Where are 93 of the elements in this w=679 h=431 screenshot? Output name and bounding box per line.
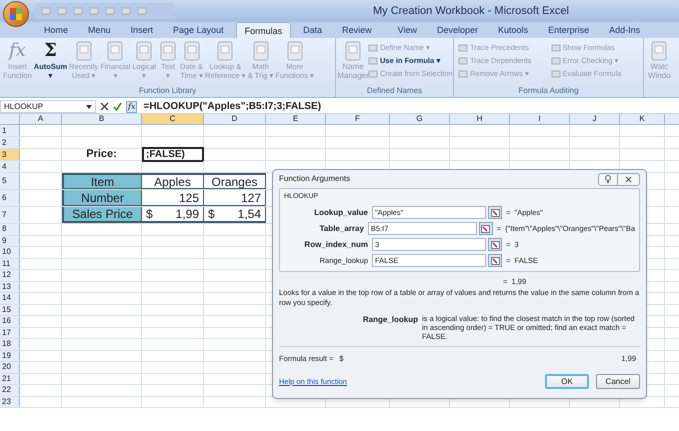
ribbon-tab[interactable]: Data bbox=[295, 22, 330, 38]
book-icon bbox=[250, 40, 271, 62]
ribbon-tab[interactable]: Add-Ins bbox=[601, 22, 648, 38]
row-header[interactable]: 1 bbox=[0, 125, 20, 136]
ribbon-tab[interactable]: Developer bbox=[429, 22, 486, 38]
table-cell: $ 1,54 bbox=[204, 207, 266, 223]
row-header[interactable]: 9 bbox=[0, 236, 20, 246]
ribbon-tab[interactable]: Menu bbox=[80, 22, 119, 38]
row-header[interactable]: 12 bbox=[0, 270, 20, 280]
ribbon-tab[interactable]: Home bbox=[36, 22, 76, 38]
table-header-cell: Sales Price bbox=[62, 207, 142, 223]
column-header[interactable]: C bbox=[142, 114, 204, 124]
group-label: Formula Auditing bbox=[517, 86, 580, 97]
column-header[interactable]: A bbox=[20, 114, 62, 124]
book-icon bbox=[105, 40, 126, 62]
table-header-cell: Number bbox=[62, 190, 142, 206]
column-header[interactable]: J bbox=[570, 114, 620, 124]
argument-help-label: Range_lookup bbox=[362, 314, 419, 326]
book-icon bbox=[215, 40, 236, 62]
book-icon bbox=[158, 40, 178, 62]
lightbulb-icon bbox=[605, 174, 611, 184]
row-header[interactable]: 18 bbox=[0, 339, 20, 350]
ribbon-tab[interactable]: Page Layout bbox=[165, 22, 232, 38]
active-cell[interactable]: ;FALSE) bbox=[142, 147, 204, 162]
formula-field[interactable]: =HLOOKUP("Apples";B5:I7;3;FALSE) bbox=[143, 99, 322, 114]
price-label: Price: bbox=[86, 147, 117, 162]
book-icon bbox=[182, 40, 202, 62]
enter-icon[interactable] bbox=[113, 102, 122, 111]
book-icon bbox=[134, 40, 154, 62]
row-header[interactable]: 4 bbox=[0, 161, 20, 172]
insert-function-button[interactable]: fx bbox=[126, 100, 138, 112]
table-cell: Oranges bbox=[204, 173, 266, 189]
column-header[interactable]: D bbox=[204, 114, 266, 124]
book-icon bbox=[649, 40, 670, 62]
row-header[interactable]: 16 bbox=[0, 316, 20, 326]
dialog-title: Function Arguments bbox=[279, 173, 350, 185]
row-header[interactable]: 15 bbox=[0, 304, 20, 315]
group-label: Defined Names bbox=[366, 86, 424, 97]
dropdown-icon bbox=[86, 104, 92, 108]
book-icon bbox=[343, 40, 363, 62]
window-title: My Creation Workbook - Microsoft Excel bbox=[372, 4, 569, 19]
row-header[interactable]: 21 bbox=[0, 374, 20, 384]
dialog-button[interactable]: OK bbox=[545, 374, 589, 389]
row-header[interactable]: 22 bbox=[0, 385, 20, 396]
collapse-dialog-button[interactable] bbox=[478, 222, 493, 235]
row-header[interactable]: 19 bbox=[0, 350, 20, 361]
argument-label: Lookup_value bbox=[313, 206, 369, 218]
close-icon bbox=[625, 176, 632, 182]
ribbon-tab[interactable]: Insert bbox=[122, 22, 162, 38]
ribbon-tab[interactable]: Kutools bbox=[490, 22, 536, 38]
row-header[interactable]: 17 bbox=[0, 328, 20, 338]
book-icon bbox=[74, 40, 94, 62]
column-header[interactable]: H bbox=[450, 114, 510, 124]
table-cell: $ 1,99 bbox=[142, 207, 204, 223]
column-header[interactable]: E bbox=[266, 114, 326, 124]
column-header[interactable]: K bbox=[620, 114, 665, 124]
row-header[interactable]: 7 bbox=[0, 207, 20, 223]
close-button[interactable] bbox=[618, 172, 640, 186]
office-button[interactable] bbox=[3, 1, 29, 27]
collapse-dialog-button[interactable] bbox=[488, 206, 502, 219]
row-header[interactable]: 20 bbox=[0, 362, 20, 372]
row-header[interactable]: 5 bbox=[0, 173, 20, 189]
column-header[interactable]: F bbox=[326, 114, 390, 124]
row-header[interactable]: 11 bbox=[0, 258, 20, 269]
argument-label: Row_index_num bbox=[303, 238, 369, 250]
row-header[interactable]: 3 bbox=[0, 149, 20, 160]
group-label: Function Library bbox=[138, 86, 198, 97]
table-cell: Apples bbox=[142, 173, 204, 189]
table-header-cell: Item bbox=[62, 173, 142, 189]
table-cell: 127 bbox=[204, 190, 266, 206]
row-header[interactable]: 23 bbox=[0, 396, 20, 407]
row-header[interactable]: 14 bbox=[0, 293, 20, 304]
table-cell: 125 bbox=[142, 190, 204, 206]
help-button[interactable] bbox=[598, 172, 618, 186]
column-header[interactable]: I bbox=[510, 114, 570, 124]
ribbon-tab[interactable]: Formulas bbox=[236, 22, 292, 38]
row-header[interactable]: 10 bbox=[0, 247, 20, 258]
collapse-dialog-button[interactable] bbox=[488, 254, 502, 267]
office-logo-icon bbox=[9, 7, 23, 21]
ribbon-tab[interactable]: Review bbox=[334, 22, 380, 38]
column-header[interactable]: G bbox=[390, 114, 450, 124]
row-header[interactable]: 8 bbox=[0, 224, 20, 234]
book-icon bbox=[284, 40, 305, 62]
argument-label: Table_array bbox=[318, 222, 365, 234]
ribbon-tab[interactable]: View bbox=[390, 22, 425, 38]
row-header[interactable]: 2 bbox=[0, 137, 20, 148]
row-header[interactable]: 6 bbox=[0, 190, 20, 206]
ribbon-tab[interactable]: Enterprise bbox=[540, 22, 598, 38]
dialog-button[interactable]: Cancel bbox=[596, 374, 640, 389]
row-header[interactable]: 13 bbox=[0, 282, 20, 292]
collapse-dialog-button[interactable] bbox=[488, 238, 502, 251]
cancel-icon[interactable] bbox=[100, 102, 109, 111]
name-box[interactable]: HLOOKUP bbox=[0, 100, 96, 113]
